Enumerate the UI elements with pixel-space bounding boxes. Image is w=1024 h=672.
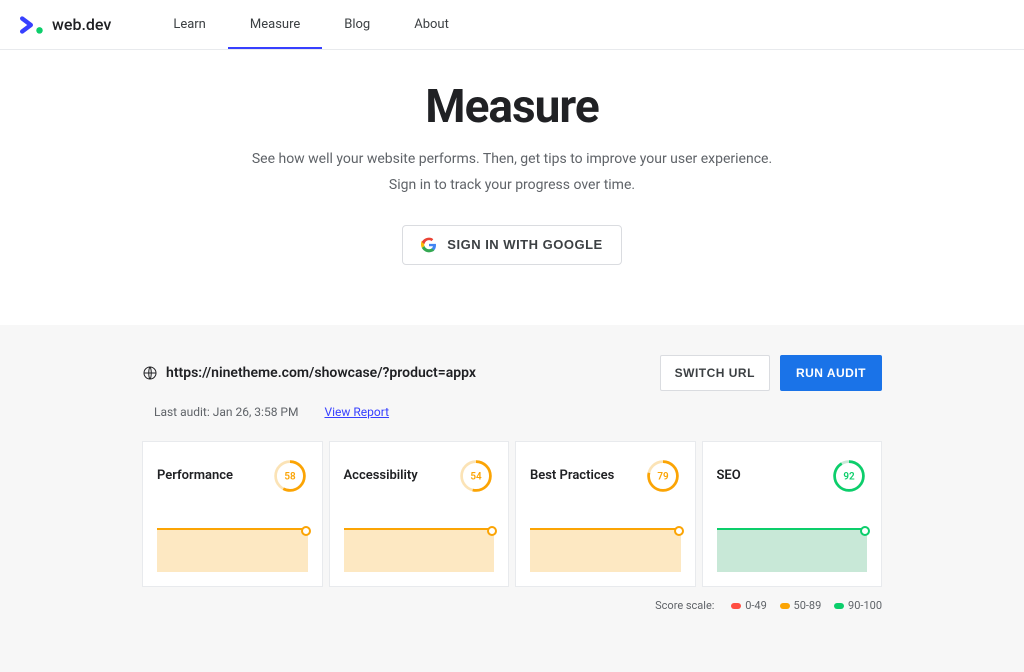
- score-cards: Performance 58 Accessibility 54: [142, 441, 882, 587]
- score-legend: Score scale: 0-49 50-89 90-100: [142, 599, 882, 612]
- svg-text:58: 58: [284, 471, 296, 482]
- results-section: https://ninetheme.com/showcase/?product=…: [0, 325, 1024, 672]
- last-audit-text: Last audit: Jan 26, 3:58 PM: [154, 405, 298, 419]
- gauge-seo: 92: [831, 458, 867, 494]
- nav-about[interactable]: About: [392, 1, 471, 48]
- main-nav: Learn Measure Blog About: [151, 1, 471, 48]
- spark-accessibility: [344, 528, 495, 572]
- swatch-red: [731, 603, 741, 609]
- card-title: Best Practices: [530, 468, 614, 483]
- card-performance[interactable]: Performance 58: [142, 441, 323, 587]
- view-report-link[interactable]: View Report: [324, 405, 389, 419]
- card-accessibility[interactable]: Accessibility 54: [329, 441, 510, 587]
- card-best-practices[interactable]: Best Practices 79: [515, 441, 696, 587]
- svg-text:79: 79: [657, 471, 669, 482]
- hero-subtitle-2: Sign in to track your progress over time…: [20, 174, 1004, 196]
- swatch-orange: [780, 603, 790, 609]
- switch-url-button[interactable]: SWITCH URL: [660, 355, 770, 391]
- brand-logo[interactable]: web.dev: [20, 14, 111, 36]
- card-title: Performance: [157, 468, 233, 483]
- card-title: Accessibility: [344, 468, 418, 483]
- gauge-accessibility: 54: [458, 458, 494, 494]
- brand-name: web.dev: [52, 15, 111, 34]
- page-title: Measure: [20, 80, 1004, 134]
- gauge-best-practices: 79: [645, 458, 681, 494]
- svg-text:54: 54: [470, 471, 482, 482]
- card-seo[interactable]: SEO 92: [702, 441, 883, 587]
- globe-icon: [142, 365, 158, 381]
- hero-section: Measure See how well your website perfor…: [0, 50, 1024, 325]
- url-row: https://ninetheme.com/showcase/?product=…: [142, 355, 882, 391]
- top-nav: web.dev Learn Measure Blog About: [0, 0, 1024, 50]
- sign-in-label: SIGN IN WITH GOOGLE: [447, 237, 602, 252]
- sign-in-google-button[interactable]: SIGN IN WITH GOOGLE: [402, 225, 621, 265]
- svg-text:92: 92: [843, 471, 855, 482]
- nav-measure[interactable]: Measure: [228, 1, 322, 48]
- nav-blog[interactable]: Blog: [322, 1, 392, 48]
- hero-subtitle-1: See how well your website performs. Then…: [20, 148, 1004, 170]
- swatch-green: [834, 603, 844, 609]
- gauge-performance: 58: [272, 458, 308, 494]
- audit-meta: Last audit: Jan 26, 3:58 PM View Report: [154, 405, 882, 419]
- webdev-logo-icon: [20, 14, 46, 36]
- run-audit-button[interactable]: RUN AUDIT: [780, 355, 882, 391]
- spark-seo: [717, 528, 868, 572]
- spark-performance: [157, 528, 308, 572]
- google-icon: [421, 237, 437, 253]
- card-title: SEO: [717, 468, 741, 483]
- nav-learn[interactable]: Learn: [151, 1, 228, 48]
- legend-label: Score scale:: [655, 599, 714, 612]
- audited-url: https://ninetheme.com/showcase/?product=…: [166, 365, 476, 381]
- spark-best-practices: [530, 528, 681, 572]
